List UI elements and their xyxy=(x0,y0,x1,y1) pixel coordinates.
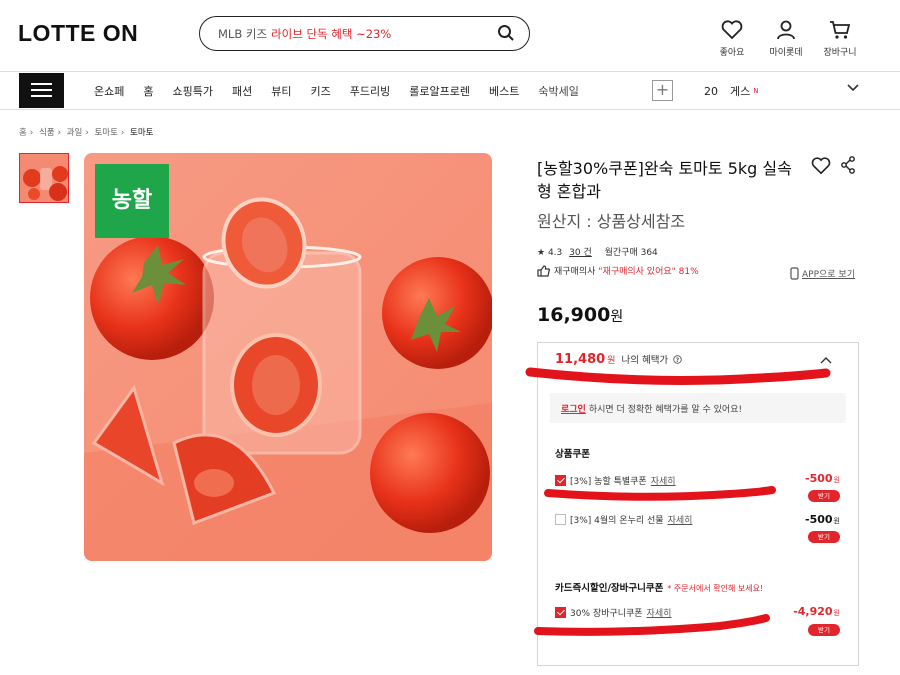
coupon-download-button[interactable]: 받기 xyxy=(808,531,840,543)
my-lotte-label: 마이롯데 xyxy=(769,48,803,58)
new-badge: N xyxy=(753,87,759,95)
nav-top-border xyxy=(0,71,900,72)
breadcrumb-current: 토마토 xyxy=(130,128,154,138)
cart-icon xyxy=(830,21,851,39)
coupon-row[interactable]: [3%] 4월의 온누리 선물 자세히 xyxy=(555,513,692,526)
coupon-checkbox[interactable] xyxy=(555,514,566,525)
breadcrumb-item[interactable]: 토마토 xyxy=(94,128,117,138)
rating-row: ★ 4.3 30 건 월간구매 364 xyxy=(537,245,658,258)
coupon-download-button[interactable]: 받기 xyxy=(808,624,840,636)
coupon-detail-link[interactable]: 자세히 xyxy=(651,474,676,487)
product-price: 16,900원 xyxy=(537,304,623,326)
nav-item[interactable]: 푸드리빙 xyxy=(350,83,390,99)
price-value: 16,900 xyxy=(537,304,611,326)
my-benefit-price: 11,480 원 나의 혜택가 ? xyxy=(555,352,682,367)
benefit-price-label: 나의 혜택가 xyxy=(621,355,669,366)
login-notice-text: 하시면 더 정확한 혜택가를 알 수 있어요! xyxy=(588,405,743,415)
trending-keyword-text: 게스 xyxy=(730,85,751,98)
category-menu-button[interactable] xyxy=(19,73,64,108)
user-icon xyxy=(777,20,795,40)
breadcrumb-item[interactable]: 홈 xyxy=(19,128,27,138)
search-placeholder-prefix: MLB 키즈 xyxy=(218,26,268,41)
search-placeholder-highlight: 라이브 단독 혜택 ~23% xyxy=(271,26,392,41)
repurchase-stat: "재구매의사 있어요" 81% xyxy=(598,267,699,277)
nav-item[interactable]: 쇼핑특가 xyxy=(173,83,213,99)
login-link[interactable]: 로그인 xyxy=(561,405,586,415)
app-view-link[interactable]: APP으로 보기 xyxy=(790,267,855,280)
search-bar[interactable]: MLB 키즈 라이브 단독 혜택 ~23% xyxy=(199,16,530,51)
phone-icon xyxy=(790,267,799,280)
product-title: [농할30%쿠폰]완숙 토마토 5kg 실속형 혼합과 xyxy=(537,159,792,201)
chevron-up-icon[interactable] xyxy=(820,356,832,364)
product-origin: 원산지 : 상품상세참조 xyxy=(537,212,686,231)
coupon-detail-link[interactable]: 자세히 xyxy=(647,606,672,619)
main-nav: 온쇼페 홈 쇼핑특가 패션 뷰티 키즈 푸드리빙 롤로알프로렌 베스트 숙박세일 xyxy=(94,83,598,99)
coupon-download-button[interactable]: 받기 xyxy=(808,490,840,502)
chevron-down-icon[interactable] xyxy=(846,83,860,93)
nav-item[interactable]: 홈 xyxy=(143,83,153,99)
benefit-price-unit: 원 xyxy=(607,356,616,366)
heart-icon xyxy=(721,20,743,40)
product-thumbnail[interactable] xyxy=(19,153,69,203)
nav-item[interactable]: 숙박세일 xyxy=(538,83,578,99)
nav-item[interactable]: 뷰티 xyxy=(271,83,291,99)
coupon-checkbox[interactable] xyxy=(555,607,566,618)
nav-item[interactable]: 베스트 xyxy=(489,83,519,99)
breadcrumb: 홈 › 식품 › 과일 › 토마토 › 토마토 xyxy=(19,128,154,138)
coupon-checkbox[interactable] xyxy=(555,475,566,486)
product-main-image: 농할 xyxy=(84,153,492,561)
nav-item[interactable]: 롤로알프로렌 xyxy=(409,83,470,99)
nonghal-badge: 농할 xyxy=(95,164,169,238)
nav-bottom-border xyxy=(0,109,900,110)
logo[interactable]: LOTTE ON xyxy=(18,20,138,47)
nav-item[interactable]: 패션 xyxy=(232,83,252,99)
price-unit: 원 xyxy=(610,309,624,325)
breadcrumb-item[interactable]: 과일 xyxy=(67,128,83,138)
login-notice: 로그인 하시면 더 정확한 혜택가를 알 수 있어요! xyxy=(550,393,846,423)
repurchase-row: 재구매의사 "재구매의사 있어요" 81% xyxy=(537,264,699,277)
monthly-purchase: 월간구매 364 xyxy=(604,248,658,258)
share-icon[interactable] xyxy=(840,156,856,174)
coupon-amount: -500원 xyxy=(805,472,840,485)
breadcrumb-item[interactable]: 식품 xyxy=(39,128,55,138)
app-view-label: APP으로 보기 xyxy=(802,270,855,280)
search-icon[interactable] xyxy=(497,24,515,42)
nav-item[interactable]: 온쇼페 xyxy=(94,83,124,99)
nav-add-button[interactable]: + xyxy=(652,80,673,101)
coupon-detail-link[interactable]: 자세히 xyxy=(668,513,693,526)
info-icon[interactable]: ? xyxy=(672,355,682,364)
coupon-amount: -500원 xyxy=(805,513,840,526)
coupon-label: [3%] 4월의 온누리 선물 xyxy=(570,516,664,526)
trending-keyword[interactable]: 20 게스 N xyxy=(704,83,759,99)
hamburger-icon-line xyxy=(31,95,52,97)
card-coupon-note: * 주문서에서 확인해 보세요! xyxy=(667,584,764,593)
heart-icon[interactable] xyxy=(811,157,831,175)
repurchase-label: 재구매의사 xyxy=(554,267,596,277)
tomato-thumbnail-image xyxy=(20,154,68,202)
cart-label: 장바구니 xyxy=(823,48,857,58)
coupon-label: 30% 장바구니쿠폰 xyxy=(570,609,643,619)
wishlist-button[interactable]: 좋아요 xyxy=(702,20,762,58)
product-coupon-title: 상품쿠폰 xyxy=(555,449,590,460)
svg-text:?: ? xyxy=(675,357,679,364)
star-icon: ★ xyxy=(537,248,546,258)
coupon-amount: -4,920원 xyxy=(793,605,840,618)
thumbs-up-icon xyxy=(537,264,551,277)
card-coupon-title: 카드즉시할인/장바구니쿠폰 * 주문서에서 확인해 보세요! xyxy=(555,583,764,594)
trending-rank: 20 xyxy=(704,85,718,98)
rating-value: 4.3 xyxy=(547,248,563,258)
benefit-price-value: 11,480 xyxy=(555,352,606,367)
coupon-row[interactable]: 30% 장바구니쿠폰 자세히 xyxy=(555,606,671,619)
my-lotte-button[interactable]: 마이롯데 xyxy=(756,20,816,58)
wishlist-label: 좋아요 xyxy=(719,48,745,58)
cart-button[interactable]: 장바구니 xyxy=(810,20,870,58)
review-count-link[interactable]: 30 건 xyxy=(569,248,592,258)
hamburger-icon-line xyxy=(31,89,52,91)
coupon-row[interactable]: [3%] 농할 특별쿠폰 자세히 xyxy=(555,474,676,487)
nav-item[interactable]: 키즈 xyxy=(310,83,330,99)
hamburger-icon-line xyxy=(31,83,52,85)
coupon-label: [3%] 농할 특별쿠폰 xyxy=(570,477,647,487)
